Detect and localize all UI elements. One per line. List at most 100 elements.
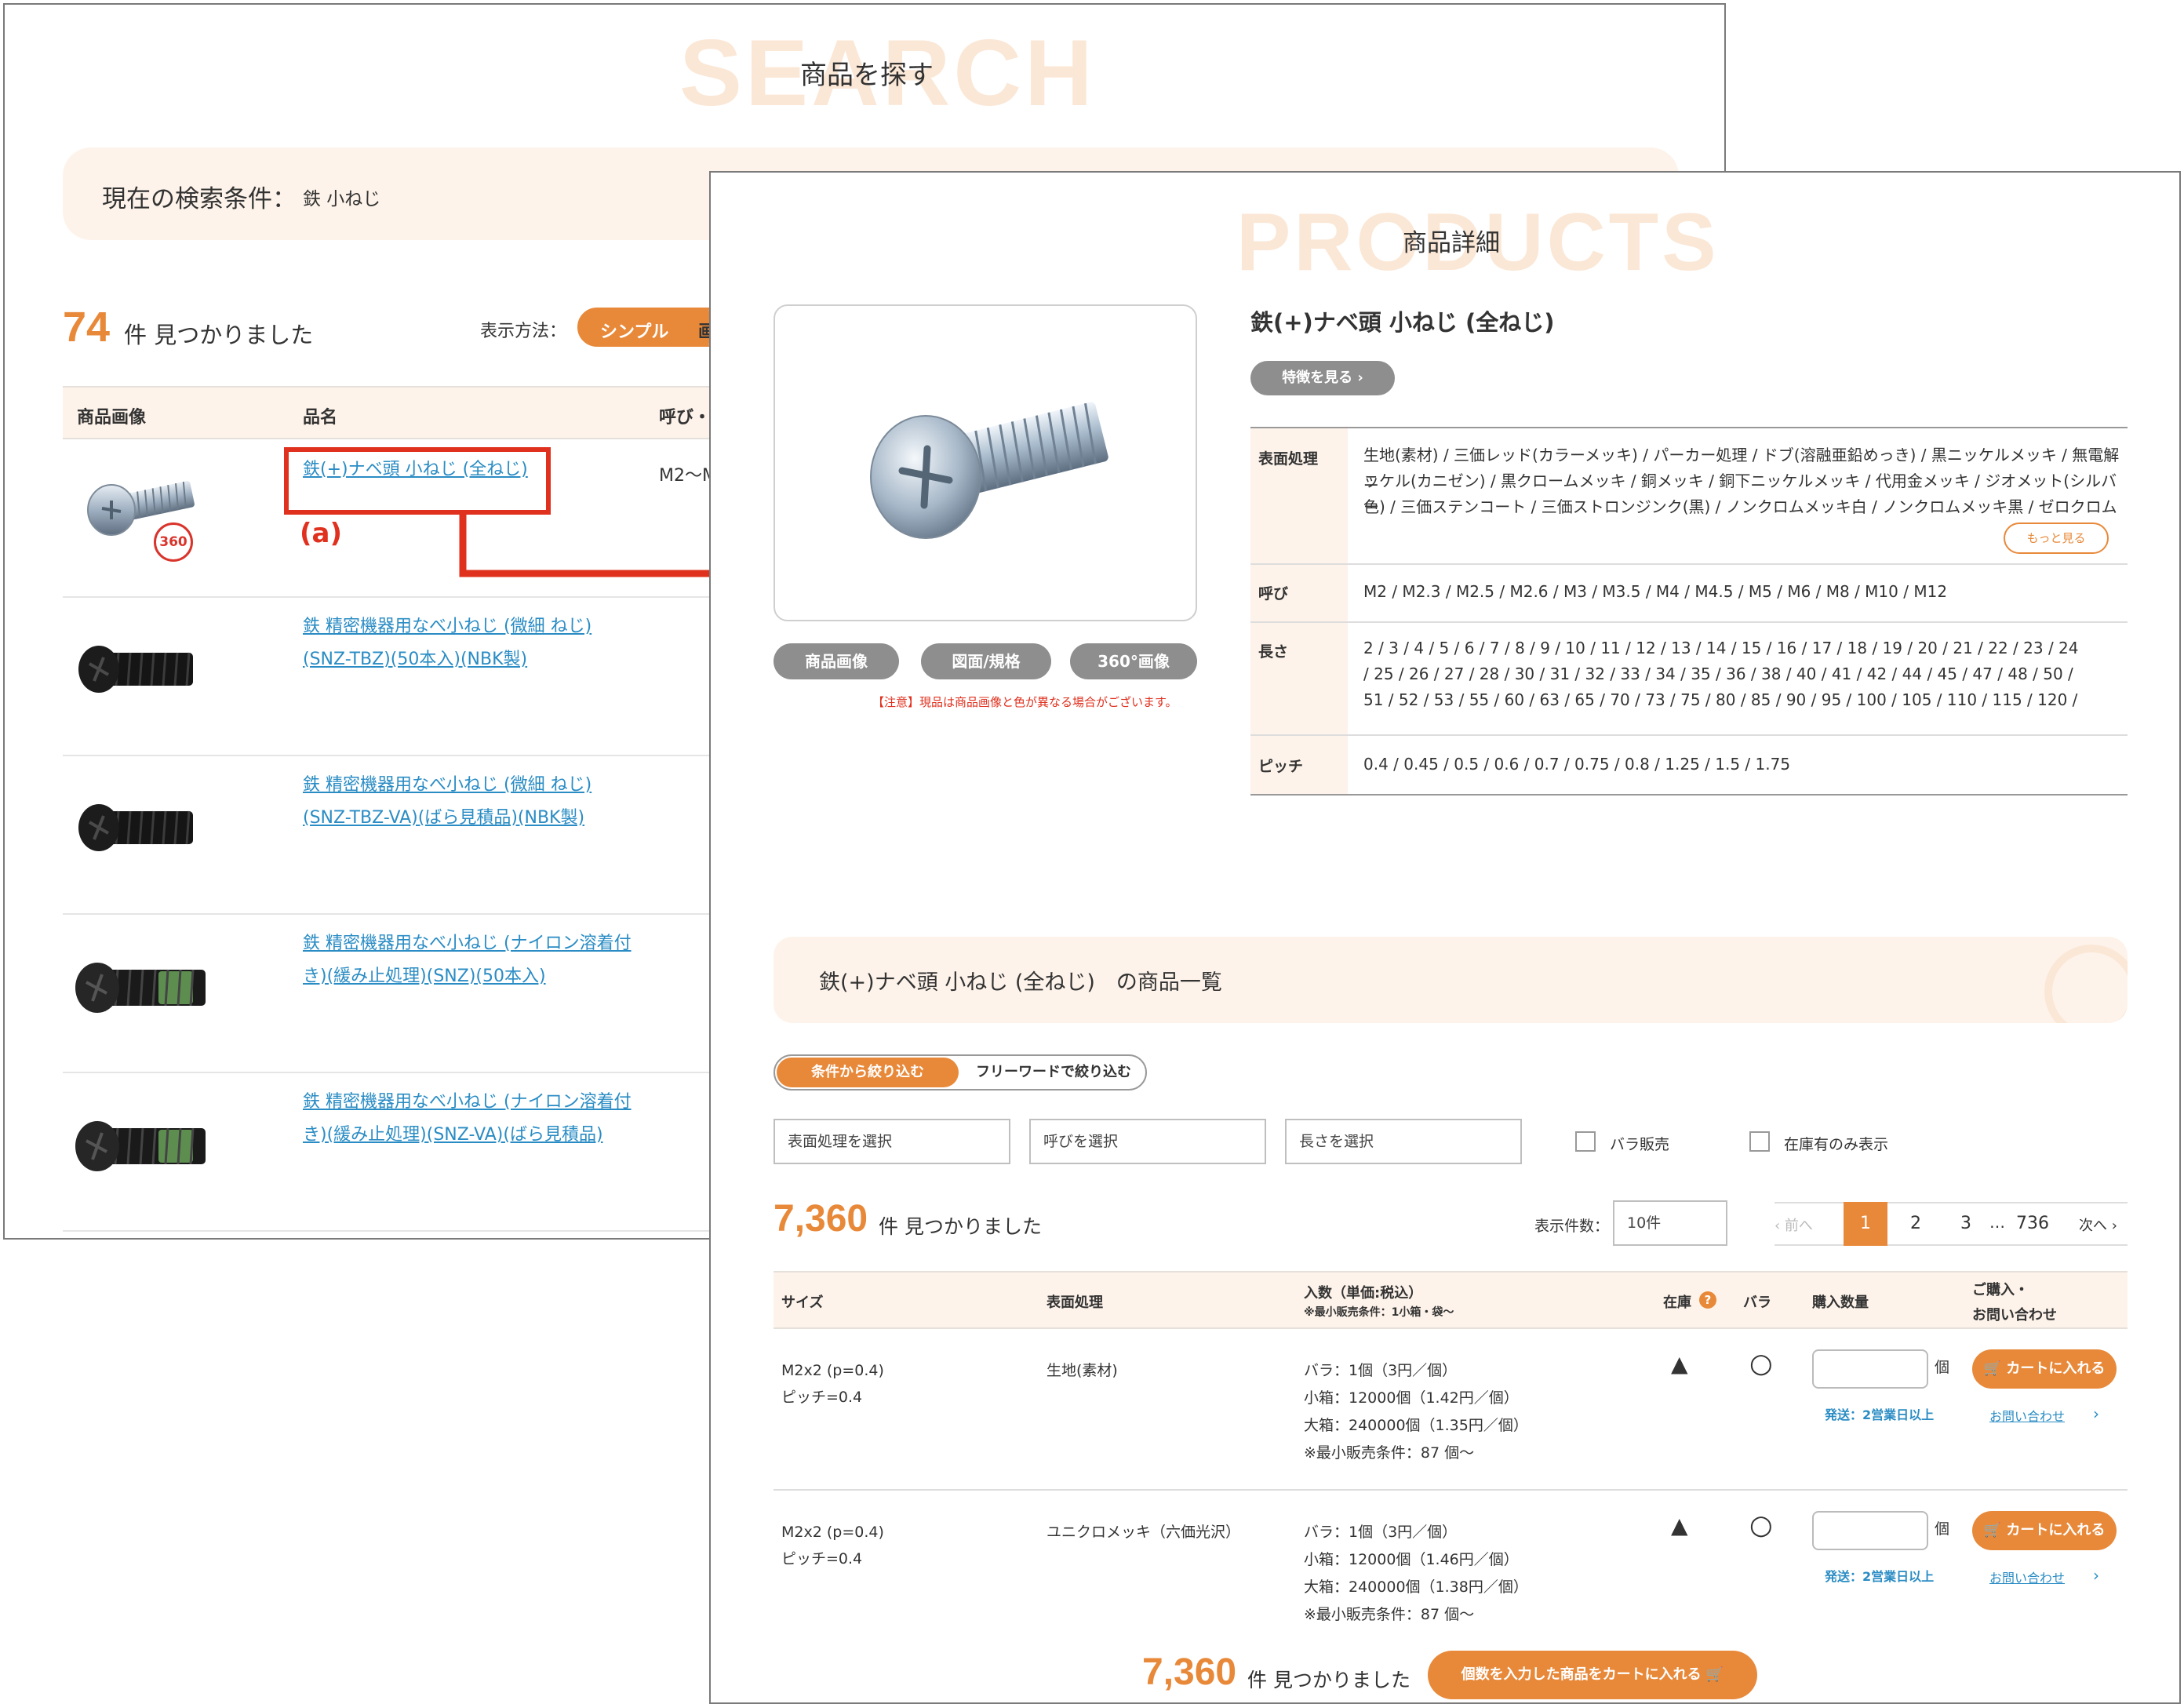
- feature-button-label: 特徴を見る: [1282, 370, 1353, 386]
- spec-value-line: 色) / 三価ステンコート / 三価ストロンジンク(黒) / ノンクロムメッキ白…: [1363, 497, 2117, 516]
- list-result-count: 7,360: [774, 1198, 868, 1240]
- page-last-button[interactable]: 736: [2008, 1202, 2057, 1246]
- spec-value-line: 51 / 52 / 53 / 55 / 60 / 63 / 65 / 70 / …: [1363, 690, 2078, 709]
- spec-label: ピッチ: [1250, 736, 1348, 794]
- detail-page-title: 商品詳細: [1403, 229, 1500, 257]
- stock-triangle-icon: ▲: [1671, 1513, 1688, 1538]
- row-min-condition: ※最小販売条件：87 個〜: [1304, 1444, 1475, 1462]
- spec-label: 長さ: [1250, 623, 1348, 734]
- row-pitch: ピッチ=0.4: [781, 1389, 863, 1406]
- list-result-suffix: 件 見つかりました: [879, 1215, 1042, 1238]
- row-pitch: ピッチ=0.4: [781, 1550, 863, 1567]
- spec-row-surface: 表面処理 生地(素材) / 三価レッド(カラーメッキ) / パーカー処理 / ド…: [1250, 428, 2128, 565]
- spec-value-line: 2 / 3 / 4 / 5 / 6 / 7 / 8 / 9 / 10 / 11 …: [1363, 639, 2079, 657]
- chevron-right-icon: ›: [1357, 370, 1363, 386]
- pagination-prev[interactable]: ‹ 前へ: [1774, 1214, 1813, 1235]
- feature-button[interactable]: 特徴を見る ›: [1250, 361, 1395, 395]
- col-buy-line1: ご購入・: [1972, 1282, 2029, 1298]
- in-stock-checkbox[interactable]: [1749, 1131, 1770, 1152]
- size-select[interactable]: 呼びを選択: [1029, 1119, 1266, 1164]
- tab-filter-conditions[interactable]: 条件から絞り込む: [777, 1058, 959, 1087]
- tab-product-image[interactable]: 商品画像: [774, 643, 899, 679]
- cart-icon: 🛒: [1705, 1666, 1724, 1683]
- bara-circle-icon: ○: [1749, 1348, 1773, 1379]
- quantity-unit: 個: [1935, 1359, 1950, 1376]
- bara-circle-icon: ○: [1749, 1509, 1773, 1541]
- color-notice: 【注意】現品は商品画像と色が異なる場合がございます。: [872, 695, 1178, 709]
- col-size: サイズ: [781, 1294, 824, 1311]
- col-bara: バラ: [1743, 1294, 1771, 1311]
- chevron-right-icon: ›: [2093, 1566, 2099, 1585]
- row-qty-small-box: 小箱：12000個（1.46円／個）: [1304, 1551, 1519, 1568]
- shipping-info: 発送：2営業日以上: [1825, 1569, 1935, 1584]
- bara-checkbox[interactable]: [1575, 1131, 1596, 1152]
- per-page-select[interactable]: 10件: [1613, 1200, 1727, 1246]
- col-quantity: 入数（単価:税込）: [1304, 1285, 1423, 1302]
- spec-row-length: 長さ 2 / 3 / 4 / 5 / 6 / 7 / 8 / 9 / 10 / …: [1250, 623, 2128, 736]
- add-to-cart-button[interactable]: 🛒 カートに入れる: [1972, 1349, 2117, 1389]
- more-button[interactable]: もっと見る: [2004, 522, 2109, 554]
- cart-label: カートに入れる: [2006, 1360, 2106, 1377]
- spec-label: 表面処理: [1250, 428, 1348, 563]
- col-purchase-qty: 購入数量: [1812, 1294, 1869, 1311]
- pagination-next[interactable]: 次へ ›: [2079, 1214, 2117, 1235]
- col-buy-line2: お問い合わせ: [1972, 1307, 2057, 1324]
- bara-checkbox-label: バラ販売: [1610, 1136, 1670, 1153]
- product-list-header: 鉄(+)ナベ頭 小ねじ (全ねじ) の商品一覧: [774, 937, 2128, 1023]
- product-image-frame: [774, 304, 1197, 621]
- table-row: M2x2 (p=0.4) ピッチ=0.4 ユニクロメッキ（六価光沢） バラ：1個…: [774, 1491, 2128, 1648]
- row-qty-bara: バラ：1個（3円／個）: [1304, 1362, 1458, 1379]
- row-size: M2x2 (p=0.4): [781, 1362, 884, 1379]
- inquiry-link[interactable]: お問い合わせ: [1989, 1567, 2065, 1586]
- chevron-right-icon: ›: [2093, 1404, 2099, 1423]
- row-qty-large-box: 大箱：240000個（1.38円／個）: [1304, 1578, 1528, 1596]
- footer-result-count: 7,360: [1142, 1651, 1237, 1693]
- spec-label: 呼び: [1250, 565, 1348, 621]
- shipping-info: 発送：2営業日以上: [1825, 1407, 1935, 1422]
- spec-value-line: 0.4 / 0.45 / 0.5 / 0.6 / 0.7 / 0.75 / 0.…: [1363, 755, 1791, 774]
- inquiry-link[interactable]: お問い合わせ: [1989, 1406, 2065, 1425]
- row-surface: 生地(素材): [1046, 1362, 1118, 1379]
- product-main-image: [870, 402, 1108, 539]
- tab-360-image[interactable]: 360°画像: [1070, 643, 1197, 679]
- page-3-button[interactable]: 3: [1944, 1202, 1988, 1246]
- spec-value-line: M2 / M2.3 / M2.5 / M2.6 / M3 / M3.5 / M4…: [1363, 582, 1948, 601]
- tab-filter-freeword[interactable]: フリーワードで絞り込む: [963, 1058, 1144, 1087]
- decor-circle-icon: [2044, 945, 2128, 1023]
- cart-label: カートに入れる: [2006, 1522, 2106, 1538]
- help-icon[interactable]: ?: [1699, 1291, 1716, 1309]
- pagination: ‹ 前へ 1 2 3 … 736 次へ ›: [1774, 1202, 2128, 1246]
- col-surface: 表面処理: [1046, 1294, 1103, 1311]
- row-size: M2x2 (p=0.4): [781, 1524, 884, 1541]
- row-min-condition: ※最小販売条件：87 個〜: [1304, 1606, 1475, 1623]
- page-2-button[interactable]: 2: [1894, 1202, 1938, 1246]
- cart-icon: 🛒: [1983, 1360, 2002, 1377]
- cart-icon: 🛒: [1983, 1522, 2002, 1538]
- row-surface: ユニクロメッキ（六価光沢）: [1046, 1524, 1241, 1541]
- table-row: M2x2 (p=0.4) ピッチ=0.4 生地(素材) バラ：1個（3円／個） …: [774, 1329, 2128, 1491]
- product-detail-panel: PRODUCTS 商品詳細 商品画像 図面/規格 360°画像 【注意】現品は商…: [709, 171, 2181, 1704]
- in-stock-checkbox-label: 在庫有のみ表示: [1784, 1136, 1889, 1153]
- spec-value-line: / 25 / 26 / 27 / 28 / 30 / 31 / 32 / 33 …: [1363, 664, 2073, 683]
- bulk-add-to-cart-button[interactable]: 個数を入力した商品をカートに入れる 🛒: [1428, 1651, 1757, 1699]
- quantity-input[interactable]: [1812, 1511, 1928, 1550]
- spec-table: 表面処理 生地(素材) / 三価レッド(カラーメッキ) / パーカー処理 / ド…: [1250, 427, 2128, 796]
- row-qty-large-box: 大箱：240000個（1.35円／個）: [1304, 1417, 1528, 1434]
- next-label: 次へ: [2079, 1218, 2107, 1234]
- col-quantity-note: ※最小販売条件：1小箱・袋〜: [1304, 1306, 1454, 1319]
- page-1-button[interactable]: 1: [1844, 1202, 1887, 1246]
- quantity-input[interactable]: [1812, 1349, 1928, 1389]
- product-name: 鉄(+)ナベ頭 小ねじ (全ねじ): [1250, 309, 1555, 336]
- surface-select[interactable]: 表面処理を選択: [774, 1119, 1010, 1164]
- product-list-title: 鉄(+)ナベ頭 小ねじ (全ねじ) の商品一覧: [819, 970, 1222, 995]
- product-table-header: サイズ 表面処理 入数（単価:税込） ※最小販売条件：1小箱・袋〜 在庫 ? バ…: [774, 1271, 2128, 1329]
- length-select[interactable]: 長さを選択: [1285, 1119, 1522, 1164]
- tab-drawing-spec[interactable]: 図面/規格: [921, 643, 1051, 679]
- prev-label: 前へ: [1784, 1218, 1813, 1234]
- quantity-unit: 個: [1935, 1520, 1950, 1538]
- add-to-cart-button[interactable]: 🛒 カートに入れる: [1972, 1511, 2117, 1550]
- pagination-ellipsis: …: [1989, 1213, 2005, 1232]
- row-qty-small-box: 小箱：12000個（1.42円／個）: [1304, 1389, 1519, 1407]
- footer-result-suffix: 件 見つかりました: [1247, 1669, 1410, 1691]
- per-page-label: 表示件数：: [1534, 1218, 1610, 1235]
